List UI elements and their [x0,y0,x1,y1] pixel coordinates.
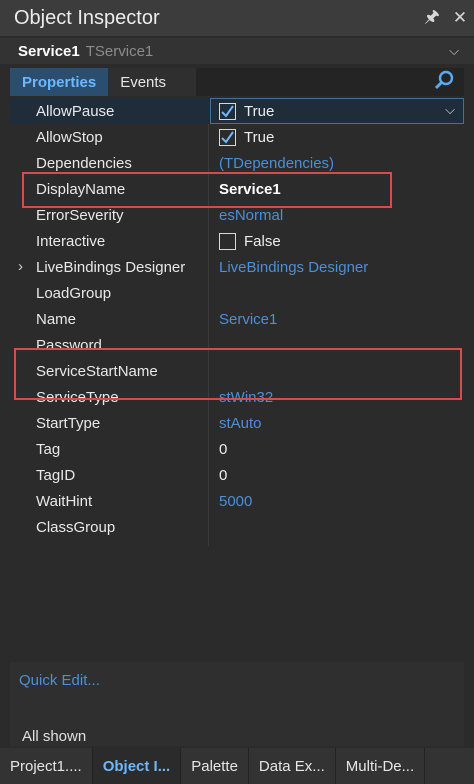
property-name: ErrorSeverity [36,206,124,224]
property-name: StartType [36,414,101,432]
property-name: AllowStop [36,128,103,146]
chevron-down-icon[interactable]: ⌵ [434,43,474,59]
tab-project[interactable]: Project1.... [0,748,93,784]
value-text: False [244,232,281,250]
property-name: Tag [36,440,61,458]
chevron-down-icon[interactable]: ⌵ [445,102,455,118]
property-name: TagID [36,466,76,484]
property-row-classgroup[interactable]: ClassGroup [10,514,464,540]
tab-bar: Properties Events [10,68,464,96]
title-bar: Object Inspector 🖈︎ ✕ [0,0,474,37]
property-row-allowpause[interactable]: AllowPause ⌵ True [10,98,464,124]
value-text: True [244,102,275,120]
status-text: All shown [22,728,87,745]
tab-events[interactable]: Events [108,68,178,96]
property-name: › LiveBindings Designer [10,258,198,276]
property-value[interactable]: LiveBindings Designer [219,259,368,276]
search-input[interactable] [196,68,464,96]
property-name: Interactive [36,232,106,250]
checkbox-checked-icon[interactable] [219,102,236,120]
property-value[interactable]: 0 [219,441,227,458]
property-row-starttype[interactable]: StartType stAuto [10,410,464,436]
search-icon[interactable] [434,70,454,94]
property-value[interactable]: 0 [219,467,227,484]
property-value[interactable]: Service1 [219,311,277,328]
property-row-loadgroup[interactable]: LoadGroup [10,280,464,306]
tab-object-inspector[interactable]: Object I... [92,748,182,784]
component-type: TService1 [85,42,154,60]
tab-multi-device[interactable]: Multi-De... [336,748,426,784]
property-name: ClassGroup [36,518,116,536]
property-value[interactable]: (TDependencies) [219,155,334,172]
highlight-box-displayname [22,172,392,208]
property-name: WaitHint [36,492,93,510]
property-row-waithint[interactable]: WaitHint 5000 [10,488,464,514]
checkbox-unchecked-icon[interactable] [219,232,236,250]
property-row-allowstop[interactable]: AllowStop True [10,124,464,150]
pin-icon[interactable]: 🖈︎ [418,4,446,33]
component-name: Service1 [18,42,80,60]
chevron-right-icon[interactable]: › [18,258,23,275]
property-row-interactive[interactable]: Interactive False [10,228,464,254]
highlight-box-servicestartname [14,348,462,400]
property-value[interactable]: 5000 [219,493,252,510]
window-title: Object Inspector [14,6,160,29]
property-name: Dependencies [36,154,132,172]
value-text: True [244,128,275,146]
checkbox-checked-icon[interactable] [219,128,236,146]
property-value[interactable]: esNormal [219,207,283,224]
property-value[interactable]: True [219,128,275,146]
property-row-tag[interactable]: Tag 0 [10,436,464,462]
property-value[interactable]: stAuto [219,415,262,432]
property-value[interactable]: True [219,102,275,120]
tab-properties[interactable]: Properties [10,68,109,96]
tab-data-explorer[interactable]: Data Ex... [249,748,336,784]
property-value[interactable]: False [219,232,281,250]
component-selector[interactable]: Service1 TService1 ⌵ [0,38,474,64]
property-row-tagid[interactable]: TagID 0 [10,462,464,488]
property-grid: AllowPause ⌵ True AllowStop True Depende… [10,98,464,654]
property-row-name[interactable]: Name Service1 [10,306,464,332]
property-name-text: LiveBindings Designer [36,258,186,276]
close-icon[interactable]: ✕ [446,8,474,28]
quick-edit-panel: Quick Edit... All shown [10,662,464,746]
bottom-tab-bar: Project1.... Object I... Palette Data Ex… [0,748,474,784]
property-row-livebindings-designer[interactable]: › LiveBindings Designer LiveBindings Des… [10,254,464,280]
tab-palette[interactable]: Palette [181,748,249,784]
property-name: Name [36,310,77,328]
quick-edit-link[interactable]: Quick Edit... [19,672,100,689]
property-name: AllowPause [36,102,115,120]
property-name: LoadGroup [36,284,112,302]
